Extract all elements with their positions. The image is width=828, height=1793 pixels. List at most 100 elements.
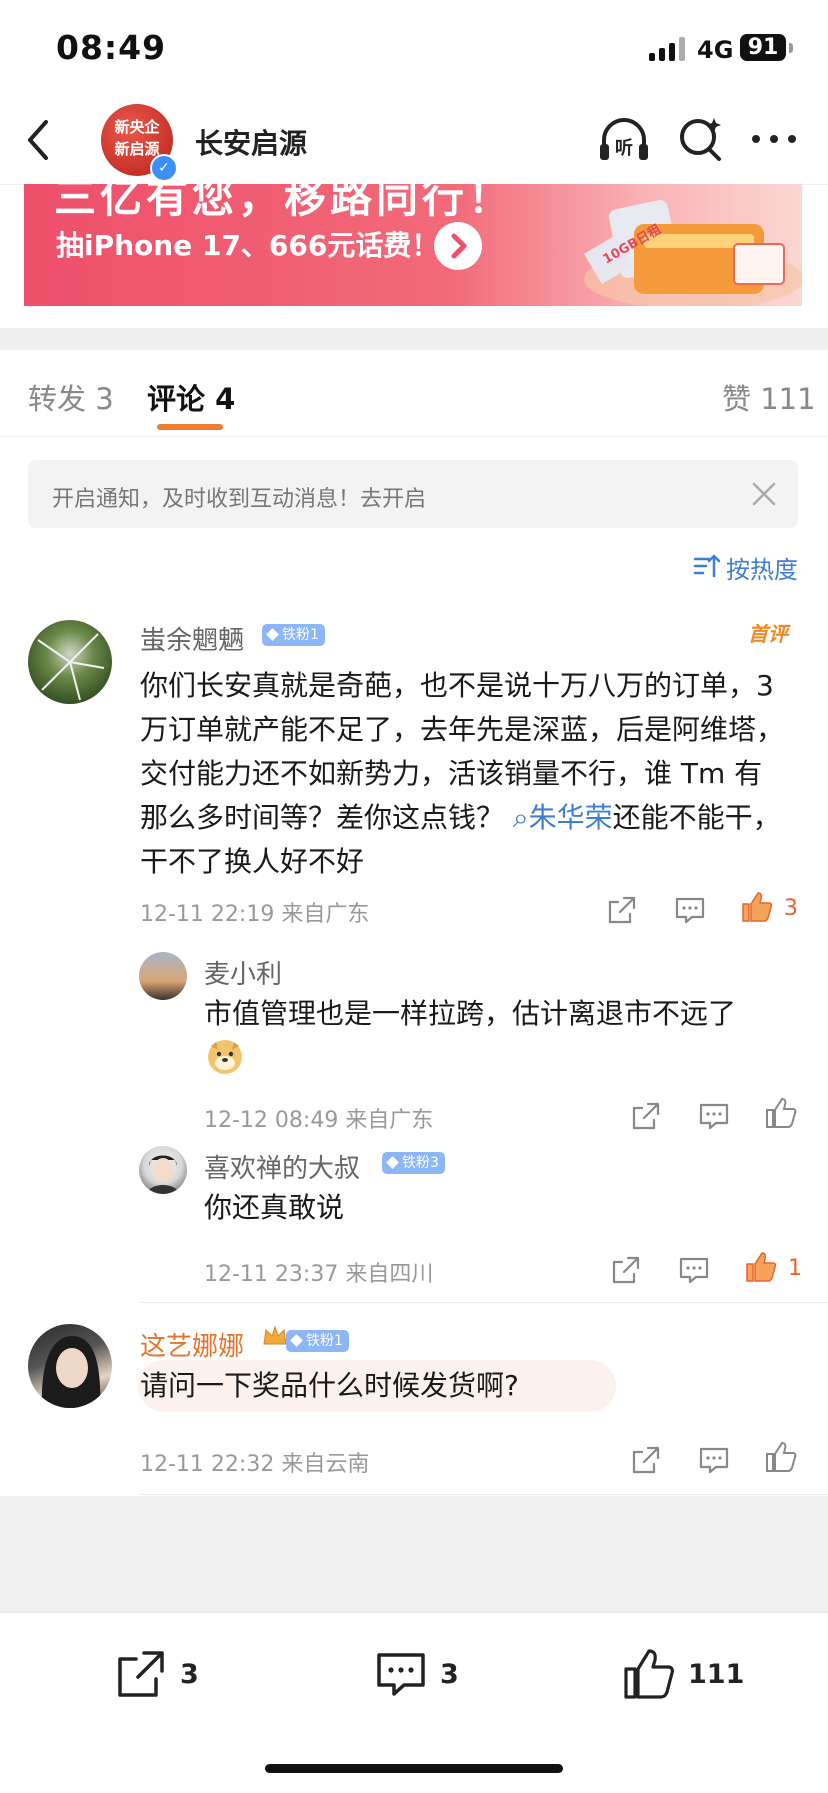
avatar-text-line1: 新央企 — [114, 118, 160, 136]
reply-username[interactable]: 喜欢禅的大叔 — [204, 1148, 360, 1185]
battery-tip — [789, 43, 793, 53]
tab-reposts[interactable]: 转发 3 — [28, 376, 114, 418]
comment-bubble-icon — [377, 1653, 425, 1696]
comment-meta: 12-11 22:32 来自云南 — [140, 1452, 370, 1477]
search-button[interactable] — [676, 114, 726, 164]
thumbs-up-icon — [624, 1649, 674, 1699]
section-separator — [0, 328, 828, 350]
battery-icon: 91 — [740, 34, 786, 61]
search-icon — [680, 118, 721, 161]
like-reply-button[interactable] — [744, 1250, 778, 1284]
comment-bubble-icon — [675, 897, 705, 924]
active-tab-indicator — [157, 424, 223, 430]
back-button[interactable] — [14, 112, 64, 168]
thumbs-up-icon — [766, 1097, 797, 1128]
reply-avatar[interactable] — [139, 1146, 187, 1194]
mention-link[interactable]: 朱华荣 — [529, 801, 613, 834]
reply-meta: 12-11 23:37 来自四川 — [204, 1262, 434, 1287]
chevron-left-icon — [28, 120, 48, 160]
reply-reply-button[interactable] — [698, 1100, 730, 1132]
chevron-right-icon — [451, 233, 467, 259]
tab-comments[interactable]: 评论 4 — [147, 376, 235, 418]
banner-illustration: 10GB日租 — [544, 184, 802, 306]
comment-bubble-icon — [679, 1257, 709, 1284]
like-count: 3 — [784, 896, 798, 921]
banner-title: 三亿有您，移路同行！ — [54, 184, 515, 222]
comment-avatar[interactable] — [28, 1324, 112, 1408]
like-count: 1 — [788, 1256, 802, 1281]
comment-divider — [140, 1302, 828, 1303]
fan-badge: 铁粉1 — [286, 1330, 349, 1352]
repost-count: 3 — [180, 1659, 199, 1690]
comment-username[interactable]: 蚩余魍魉 — [140, 620, 244, 657]
repost-button[interactable] — [114, 1647, 168, 1701]
like-reply-button[interactable] — [764, 1096, 798, 1130]
verified-icon: ✓ — [150, 154, 178, 182]
network-type: 4G — [697, 36, 734, 64]
more-dots-icon — [752, 135, 796, 143]
thumbs-up-icon — [766, 1441, 797, 1472]
list-end-space — [0, 1496, 828, 1612]
share-icon — [632, 1102, 660, 1130]
spider-plant-icon — [37, 633, 105, 701]
like-button[interactable] — [622, 1647, 676, 1701]
comment-text: 请问一下奖品什么时候发货啊? — [140, 1369, 519, 1402]
share-icon — [612, 1256, 640, 1284]
close-icon — [752, 482, 776, 506]
first-comment-tag: 首评 — [748, 622, 788, 646]
reply-comment-button[interactable] — [674, 894, 706, 926]
account-name[interactable]: 长安启源 — [195, 122, 307, 162]
share-icon — [118, 1651, 164, 1697]
share-icon — [632, 1446, 660, 1474]
fan-badge: 铁粉3 — [382, 1152, 445, 1174]
notification-prompt-text[interactable]: 开启通知，及时收到互动消息！去开启 — [52, 481, 426, 513]
cellular-signal-icon — [649, 37, 689, 61]
close-notice-button[interactable] — [750, 480, 778, 508]
cartoon-man-icon — [147, 1155, 179, 1194]
reply-meta: 12-12 08:49 来自广东 — [204, 1108, 434, 1133]
comment-button[interactable] — [374, 1647, 428, 1701]
crown-icon — [262, 1324, 288, 1348]
reply-avatar[interactable] — [139, 952, 187, 1000]
comment-count: 3 — [440, 1659, 459, 1690]
comment-avatar[interactable] — [28, 620, 112, 704]
comment-bubble-icon — [699, 1103, 729, 1130]
svg-text:听: 听 — [615, 137, 633, 159]
like-comment-button[interactable] — [740, 890, 774, 924]
comment-username[interactable]: 这艺娜娜 — [140, 1326, 244, 1363]
comment-divider — [140, 1494, 828, 1495]
reply-username[interactable]: 麦小利 — [204, 954, 282, 991]
like-comment-button[interactable] — [764, 1440, 798, 1474]
comment-bubble-icon — [699, 1447, 729, 1474]
share-comment-button[interactable] — [630, 1444, 662, 1476]
comment-text: 你们长安真就是奇葩，也不是说十万八万的订单，3万订单就产能不足了，去年先是深蓝，… — [140, 664, 790, 884]
listen-button[interactable]: 听 — [596, 114, 652, 166]
banner-subtitle: 抽iPhone 17、666元话费！ — [56, 229, 440, 262]
doge-emoji-icon — [206, 1038, 244, 1076]
reply-text: 你还真敢说 — [204, 1191, 345, 1224]
comment-meta: 12-11 22:19 来自广东 — [140, 902, 370, 927]
share-icon — [608, 896, 636, 924]
top-navigation-bar: 新央企 新启源 ✓ 长安启源 听 — [0, 96, 828, 185]
home-indicator[interactable] — [265, 1764, 563, 1773]
mention-search-icon: ⌕ — [504, 801, 529, 834]
like-count: 111 — [688, 1659, 745, 1690]
fan-badge: 铁粉1 — [262, 624, 325, 646]
interaction-tabs: 转发 3 评论 4 赞 111 — [0, 350, 828, 437]
more-options-button[interactable] — [750, 124, 798, 154]
reply-comment-button[interactable] — [698, 1444, 730, 1476]
tab-likes[interactable]: 赞 111 — [722, 376, 816, 418]
share-comment-button[interactable] — [606, 894, 638, 926]
notification-prompt[interactable]: 开启通知，及时收到互动消息！去开启 — [28, 460, 798, 528]
banner-arrow-button[interactable] — [434, 222, 482, 270]
status-time: 08:49 — [56, 28, 167, 67]
reply-reply-button[interactable] — [678, 1254, 710, 1286]
thumbs-up-filled-icon — [746, 1252, 777, 1282]
share-reply-button[interactable] — [610, 1254, 642, 1286]
sort-label[interactable]: 按热度 — [726, 550, 798, 585]
headphones-icon: 听 — [600, 118, 648, 160]
reply-text: 市值管理也是一样拉跨，估计离退市不远了 — [204, 997, 737, 1030]
promo-banner[interactable]: 三亿有您，移路同行！ 抽iPhone 17、666元话费！ 10GB日租 — [24, 184, 802, 306]
share-reply-button[interactable] — [630, 1100, 662, 1132]
portrait-woman-icon — [41, 1336, 101, 1408]
